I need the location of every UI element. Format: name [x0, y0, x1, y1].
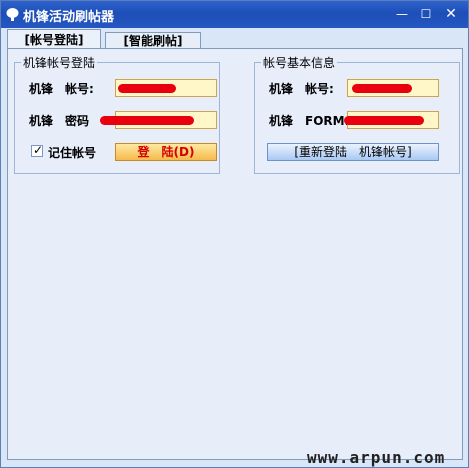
- account-redaction: [118, 84, 176, 93]
- login-group-legend: 机锋帐号登陆: [21, 54, 98, 71]
- check-icon: ✓: [33, 143, 44, 157]
- account-input[interactable]: [115, 79, 217, 97]
- tab-smart-post[interactable]: [智能刷帖]: [105, 32, 201, 49]
- window-title: 机锋活动刷帖器: [23, 10, 115, 25]
- login-button[interactable]: 登 陆(D): [115, 143, 217, 161]
- tab-account-login[interactable]: [帐号登陆]: [7, 29, 101, 49]
- info-form-label: 机锋 FORM:: [269, 114, 350, 128]
- tab-bar: [帐号登陆] [智能刷帖]: [7, 29, 463, 49]
- watermark-text: www.arpun.com: [307, 448, 446, 467]
- close-button[interactable]: ✕: [442, 7, 460, 22]
- password-redaction: [100, 116, 194, 125]
- info-account-field[interactable]: [347, 79, 439, 97]
- info-form-redaction: [344, 116, 424, 125]
- info-account-redaction: [352, 84, 412, 93]
- password-input[interactable]: [100, 111, 217, 129]
- password-label: 机锋 密码: [29, 114, 90, 128]
- remember-checkbox[interactable]: ✓: [31, 143, 44, 157]
- tab-panel: 机锋帐号登陆 机锋 帐号: 机锋 密码 ✓ 记住帐号 登 陆(D) 帐号基本信息…: [7, 48, 463, 460]
- app-window: 机锋活动刷帖器 — ☐ ✕ [帐号登陆] [智能刷帖] 机锋帐号登陆 机锋 帐号…: [0, 0, 469, 468]
- title-bar[interactable]: 机锋活动刷帖器 — ☐ ✕: [1, 1, 468, 28]
- minimize-button[interactable]: —: [393, 7, 411, 22]
- maximize-button[interactable]: ☐: [417, 7, 435, 22]
- login-group: 机锋帐号登陆 机锋 帐号: 机锋 密码 ✓ 记住帐号 登 陆(D): [14, 54, 220, 174]
- info-group-legend: 帐号基本信息: [261, 54, 338, 71]
- account-info-group: 帐号基本信息 机锋 帐号: 机锋 FORM: [重新登陆 机锋帐号]: [254, 54, 460, 174]
- account-label: 机锋 帐号:: [29, 82, 94, 96]
- app-icon: [6, 8, 19, 21]
- info-account-label: 机锋 帐号:: [269, 82, 334, 96]
- info-form-field[interactable]: [344, 111, 439, 129]
- relogin-button[interactable]: [重新登陆 机锋帐号]: [267, 143, 439, 161]
- remember-label: 记住帐号: [48, 146, 97, 160]
